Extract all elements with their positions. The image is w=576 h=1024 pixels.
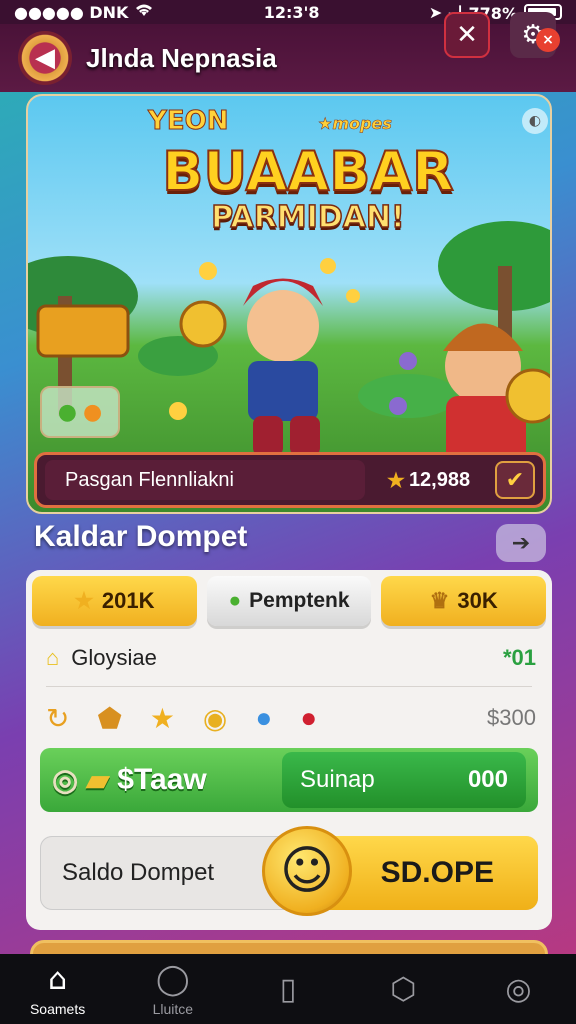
bottom-nav: ⌂ Soamets ◯ Lluitce ▯ ⬡ ◎: [0, 954, 576, 1024]
tab-label: Pemptenk: [249, 589, 350, 612]
swirl-icon[interactable]: ↻: [46, 702, 69, 735]
star-icon[interactable]: ★: [150, 702, 175, 735]
wallet-row-primary[interactable]: ⌂ Gloysiae *01: [46, 638, 536, 678]
star-icon: ★: [74, 588, 94, 613]
camera-icon: ◎: [505, 971, 532, 1007]
berry-icon[interactable]: ●: [300, 702, 317, 734]
floating-coin-4: [169, 402, 187, 420]
treasure-chest: [36, 304, 130, 358]
tools-button[interactable]: ✕: [444, 12, 490, 58]
floating-gem-2: [399, 352, 417, 370]
gem-icon: ●: [228, 589, 242, 612]
floating-coin-1: [199, 262, 217, 280]
back-arrow-icon: ◀: [35, 43, 55, 73]
tab-gems[interactable]: ● Pemptenk: [206, 576, 372, 626]
hero-leg-left: [253, 416, 283, 456]
reward-icons-row: ↻ ⬟ ★ ◉ ● ● $300: [46, 696, 536, 740]
hero-body: [248, 361, 318, 421]
withdraw-button[interactable]: ◎ ▰ $Taaw: [52, 763, 207, 798]
home-icon: ⌂: [48, 961, 68, 997]
card-icon: ▯: [279, 971, 297, 1007]
section-more-button[interactable]: ➔: [496, 524, 546, 562]
buddy-coin: [505, 368, 550, 424]
nav-card[interactable]: ▯: [230, 954, 345, 1024]
summary-button[interactable]: Suinap 000: [282, 752, 526, 808]
tools-icon: ✕: [456, 20, 478, 50]
wallet-card: ★ 201K ● Pemptenk ♛ 30K ⌂ Gloysiae *01 ↻…: [26, 570, 552, 930]
hero-leg-right: [290, 416, 320, 456]
hero-coin: [179, 300, 227, 348]
search-bar: Pasgan Flennliakni ★ 12,988 ✔: [34, 452, 546, 508]
bush-b: [358, 374, 458, 418]
floating-coin-2: [320, 258, 336, 274]
reward-badge[interactable]: ● ●: [40, 386, 120, 438]
summary-label: Suinap: [300, 766, 375, 793]
floating-gem-1: [389, 397, 407, 415]
divider: [46, 686, 532, 687]
tab-label: 30K: [457, 588, 498, 613]
tab-trophy[interactable]: ♛ 30K: [381, 576, 547, 626]
carrier-text: ●●●●● DNK: [14, 2, 129, 22]
apple-icon: ●: [57, 399, 77, 425]
coin-icon[interactable]: ◉: [203, 702, 227, 735]
coins-icon: ◎: [52, 763, 79, 797]
tab-stars[interactable]: ★ 201K: [32, 576, 197, 626]
star-icon: ★: [387, 469, 405, 492]
clock: 12:3'8: [263, 2, 320, 22]
location-icon: ➤: [428, 2, 443, 22]
banner-top-label: YEON: [147, 106, 229, 137]
nav-label: Soamets: [29, 1000, 86, 1017]
banner-top-sub: ★mopes: [318, 114, 392, 134]
saldo-label: Saldo Dompet: [62, 859, 215, 886]
arrow-right-icon: ➔: [511, 530, 531, 556]
nav-home[interactable]: ⌂ Soamets: [0, 954, 115, 1024]
summary-value: 000: [467, 766, 508, 793]
saldo-row[interactable]: Saldo Dompet SD.OPE ☺: [40, 826, 538, 916]
wallet-tabs: ★ 201K ● Pemptenk ♛ 30K: [32, 576, 547, 626]
search-input[interactable]: Pasgan Flennliakni: [45, 460, 365, 500]
promo-banner[interactable]: YEON ★mopes BUAABAR PARMIDAN! ◐ ● ● Pasg…: [26, 94, 552, 514]
action-row: ◎ ▰ $Taaw Suinap 000: [40, 748, 538, 812]
tab-label: 201K: [101, 588, 155, 613]
info-icon[interactable]: ◐: [522, 108, 548, 134]
nav-chat[interactable]: ◯ Lluitce: [115, 954, 230, 1024]
banner-title: BUAABAR: [161, 139, 454, 204]
fruit-icon: ●: [83, 399, 103, 425]
palm-right: [438, 221, 550, 311]
wifi-icon: [134, 2, 154, 22]
nav-shield[interactable]: ⬡: [346, 954, 461, 1024]
shield-gold-icon[interactable]: ⬟: [97, 702, 121, 735]
nav-camera[interactable]: ◎: [461, 954, 576, 1024]
back-button[interactable]: ◀: [18, 31, 72, 85]
hero-head: [247, 290, 319, 362]
withdraw-label: $Taaw: [117, 763, 207, 796]
banner-subtitle: PARMIDAN!: [211, 199, 406, 236]
trophy-icon: ♛: [429, 588, 450, 613]
price-value: $300: [487, 705, 536, 730]
floating-coin-3: [346, 289, 360, 303]
section-title: Kaldar Dompet: [34, 520, 248, 553]
row-label: Gloysiae: [71, 645, 157, 670]
nav-label: Lluitce: [152, 1000, 194, 1017]
row-value: *01: [502, 645, 536, 670]
blue-gem-icon[interactable]: ●: [255, 702, 272, 734]
check-icon: ✔: [505, 467, 525, 493]
notification-badge: ×: [536, 28, 560, 52]
score-value: 12,988: [408, 468, 471, 491]
house-icon: ⌂: [46, 645, 60, 670]
chat-icon: ◯: [156, 961, 190, 997]
page-title: Jlnda Nepnasia: [86, 42, 277, 73]
score-display: ★ 12,988: [387, 468, 470, 493]
shield-icon: ⬡: [390, 971, 417, 1007]
gold-bar-icon: ▰: [86, 763, 110, 797]
confirm-button[interactable]: ✔: [495, 461, 535, 499]
smiley-coin-icon: ☺: [262, 826, 352, 916]
